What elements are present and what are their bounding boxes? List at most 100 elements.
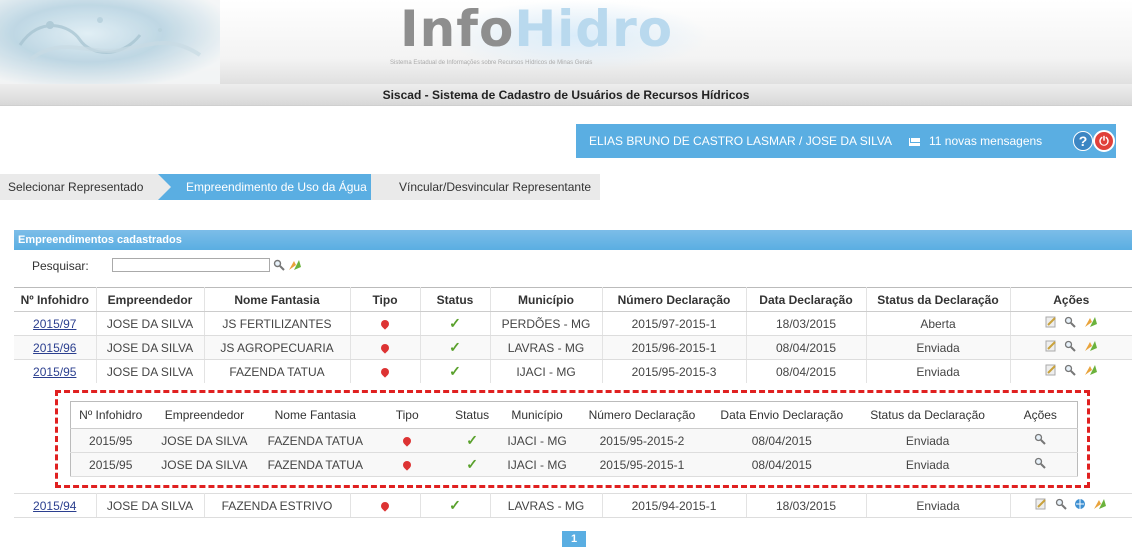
- clear-filter-icon[interactable]: [288, 259, 302, 274]
- sub-col-header-status: Status: [442, 401, 503, 429]
- cell-status-declaracao: Enviada: [866, 493, 1011, 518]
- infohidro-link[interactable]: 2015/95: [33, 365, 76, 379]
- water-splash-image: [0, 0, 220, 84]
- empreendimentos-table-continued: 2015/94 JOSE DA SILVA FAZENDA ESTRIVO ✓ …: [14, 493, 1132, 518]
- sub-col-header-infohidro: Nº Infohidro: [70, 401, 151, 429]
- cell-status-declaracao: Aberta: [866, 311, 1011, 336]
- col-header-municipio[interactable]: Município: [490, 287, 603, 312]
- edit-icon[interactable]: [1045, 316, 1057, 331]
- col-header-numero-declaracao[interactable]: Número Declaração: [602, 287, 747, 312]
- cell-nome-fantasia: JS AGROPECUARIA: [204, 335, 351, 360]
- water-drop-icon: [379, 365, 391, 378]
- edit-icon[interactable]: [1045, 364, 1057, 379]
- logout-power-icon[interactable]: ⏻: [1093, 130, 1115, 152]
- cell-nome-fantasia: FAZENDA TATUA: [204, 359, 351, 384]
- sub-col-header-status-declaracao: Status da Declaração: [851, 401, 1004, 429]
- logo-text-hidro: Hidro: [514, 0, 674, 58]
- sub-cell-infohidro: 2015/95: [70, 452, 151, 477]
- cell-municipio: PERDÕES - MG: [490, 311, 603, 336]
- water-drop-icon: [401, 434, 413, 447]
- cell-empreendedor: JOSE DA SILVA: [96, 359, 205, 384]
- sub-cell-infohidro: 2015/95: [70, 428, 151, 453]
- cell-nome-fantasia: JS FERTILIZANTES: [204, 311, 351, 336]
- infohidro-link[interactable]: 2015/97: [33, 317, 76, 331]
- subtable-row: 2015/95 JOSE DA SILVA FAZENDA TATUA ✓ IJ…: [70, 452, 1078, 477]
- table-row: 2015/96 JOSE DA SILVA JS AGROPECUARIA ✓ …: [14, 335, 1132, 360]
- water-drop-icon: [379, 317, 391, 330]
- cell-data-declaracao: 08/04/2015: [746, 359, 867, 384]
- logo-subtitle: Sistema Estadual de Informações sobre Re…: [390, 60, 593, 66]
- check-icon: ✓: [449, 315, 461, 331]
- view-icon[interactable]: [1055, 498, 1067, 513]
- col-header-nome-fantasia[interactable]: Nome Fantasia: [204, 287, 351, 312]
- check-icon: ✓: [466, 456, 478, 472]
- cell-data-declaracao: 08/04/2015: [746, 335, 867, 360]
- view-icon[interactable]: [1034, 457, 1046, 472]
- sub-cell-status-declaracao: Enviada: [851, 452, 1004, 477]
- table-header-row: Nº Infohidro Empreendedor Nome Fantasia …: [14, 287, 1132, 312]
- sub-col-header-municipio: Município: [502, 401, 573, 429]
- view-icon[interactable]: [1064, 364, 1076, 379]
- sub-col-header-tipo: Tipo: [372, 401, 443, 429]
- sub-cell-empreendedor: JOSE DA SILVA: [150, 428, 259, 453]
- col-header-data-declaracao[interactable]: Data Declaração: [746, 287, 867, 312]
- col-header-status[interactable]: Status: [420, 287, 491, 312]
- search-input[interactable]: [112, 258, 270, 272]
- col-header-infohidro[interactable]: Nº Infohidro: [14, 287, 97, 312]
- sub-cell-municipio: IJACI - MG: [502, 452, 573, 477]
- col-header-empreendedor[interactable]: Empreendedor: [96, 287, 205, 312]
- view-icon[interactable]: [1064, 316, 1076, 331]
- search-icon[interactable]: [273, 259, 285, 274]
- edit-icon[interactable]: [1045, 340, 1057, 355]
- infohidro-link[interactable]: 2015/94: [33, 499, 76, 513]
- sub-cell-numero-declaracao: 2015/95-2015-1: [572, 452, 712, 477]
- sub-cell-data-envio: 08/04/2015: [711, 428, 852, 453]
- sub-col-header-acoes: Ações: [1003, 401, 1078, 429]
- edit-icon[interactable]: [1035, 498, 1047, 513]
- subtable-row: 2015/95 JOSE DA SILVA FAZENDA TATUA ✓ IJ…: [70, 428, 1078, 453]
- mail-icon[interactable]: [908, 137, 920, 146]
- cell-empreendedor: JOSE DA SILVA: [96, 335, 205, 360]
- cell-empreendedor: JOSE DA SILVA: [96, 493, 205, 518]
- subtable-header-row: Nº Infohidro Empreendedor Nome Fantasia …: [70, 401, 1078, 429]
- col-header-acoes: Ações: [1010, 287, 1132, 312]
- cell-numero-declaracao: 2015/96-2015-1: [602, 335, 747, 360]
- sub-cell-nome-fantasia: FAZENDA TATUA: [258, 452, 373, 477]
- sub-col-header-empreendedor: Empreendedor: [150, 401, 259, 429]
- globe-icon[interactable]: [1074, 498, 1086, 513]
- sub-cell-status-declaracao: Enviada: [851, 428, 1004, 453]
- cell-municipio: IJACI - MG: [490, 359, 603, 384]
- leaf-icon[interactable]: [1093, 498, 1107, 513]
- leaf-icon[interactable]: [1084, 364, 1098, 379]
- help-icon[interactable]: ?: [1073, 131, 1093, 151]
- table-row: 2015/97 JOSE DA SILVA JS FERTILIZANTES ✓…: [14, 311, 1132, 336]
- table-row: 2015/94 JOSE DA SILVA FAZENDA ESTRIVO ✓ …: [14, 493, 1132, 518]
- tab-selecionar-representado[interactable]: Selecionar Representado: [0, 174, 158, 200]
- water-drop-icon: [379, 341, 391, 354]
- check-icon: ✓: [466, 432, 478, 448]
- col-header-tipo[interactable]: Tipo: [350, 287, 421, 312]
- search-label: Pesquisar:: [32, 259, 89, 273]
- sub-col-header-data-envio: Data Envio Declaração: [711, 401, 852, 429]
- water-drop-icon: [379, 499, 391, 512]
- sub-col-header-nome-fantasia: Nome Fantasia: [258, 401, 373, 429]
- leaf-icon[interactable]: [1084, 316, 1098, 331]
- sub-cell-data-envio: 08/04/2015: [711, 452, 852, 477]
- cell-numero-declaracao: 2015/94-2015-1: [602, 493, 747, 518]
- water-drop-icon: [401, 458, 413, 471]
- check-icon: ✓: [449, 363, 461, 379]
- sub-cell-empreendedor: JOSE DA SILVA: [150, 452, 259, 477]
- tab-empreendimento[interactable]: Empreendimento de Uso da Água: [158, 174, 384, 200]
- system-title: Siscad - Sistema de Cadastro de Usuários…: [0, 84, 1132, 106]
- leaf-icon[interactable]: [1084, 340, 1098, 355]
- check-icon: ✓: [449, 339, 461, 355]
- view-icon[interactable]: [1034, 433, 1046, 448]
- tab-vincular-representante[interactable]: Víncular/Desvincular Representante: [371, 174, 600, 200]
- infohidro-logo[interactable]: InfoHidro Sistema Estadual de Informaçõe…: [390, 4, 673, 66]
- sub-cell-municipio: IJACI - MG: [502, 428, 573, 453]
- cell-numero-declaracao: 2015/95-2015-3: [602, 359, 747, 384]
- view-icon[interactable]: [1064, 340, 1076, 355]
- infohidro-link[interactable]: 2015/96: [33, 341, 76, 355]
- messages-link[interactable]: 11 novas mensagens: [929, 134, 1042, 148]
- col-header-status-declaracao[interactable]: Status da Declaração: [866, 287, 1011, 312]
